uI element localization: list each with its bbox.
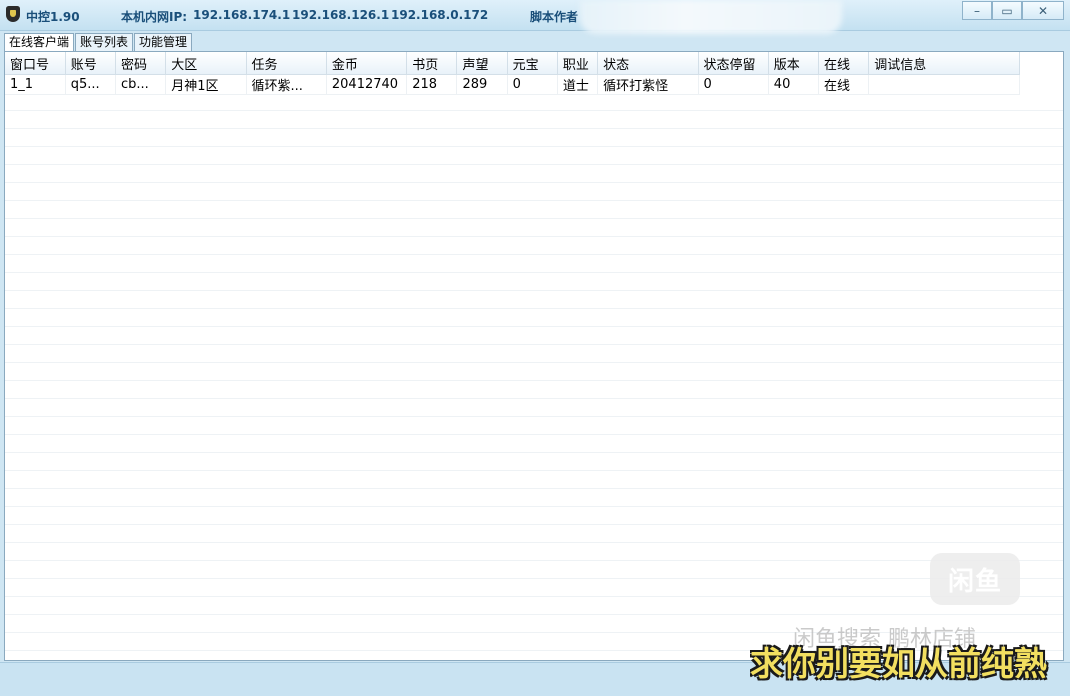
close-button[interactable]: ✕ (1022, 1, 1064, 20)
column-header[interactable]: 任务 (246, 52, 327, 75)
column-header[interactable]: 窗口号 (5, 52, 66, 75)
column-header[interactable]: 密码 (115, 52, 167, 75)
cell-class: 道士 (557, 74, 599, 95)
grid-lines (5, 93, 1063, 660)
window-controls: – ▭ ✕ (962, 1, 1064, 20)
cell-pages: 218 (406, 74, 458, 95)
column-header[interactable]: 声望 (456, 52, 508, 75)
ip-address-2: 192.168.126.1 (292, 8, 390, 22)
watermark-logo: 闲鱼 (930, 553, 1020, 605)
cell-task: 循环紫... (246, 74, 327, 95)
column-header[interactable]: 金币 (326, 52, 408, 75)
tab-bar: 在线客户端 账号列表 功能管理 (4, 33, 193, 52)
cell-debug-info (868, 74, 1020, 95)
minimize-button[interactable]: – (962, 1, 992, 20)
table-row[interactable]: 1_1 q5... cb... 月神1区 循环紫... 20412740 218… (5, 74, 1020, 95)
column-header[interactable]: 状态 (597, 52, 699, 75)
title-bar: 中控1.90 本机内网IP: 192.168.174.1 192.168.126… (0, 0, 1070, 34)
cell-yuanbao: 0 (507, 74, 558, 95)
tab-account-list[interactable]: 账号列表 (75, 33, 134, 51)
cell-status-duration: 0 (698, 74, 769, 95)
column-header[interactable]: 调试信息 (868, 52, 1020, 75)
cell-online: 在线 (818, 74, 870, 95)
column-header[interactable]: 在线 (818, 52, 870, 75)
minimize-icon: – (974, 3, 980, 18)
cell-account: q5... (65, 74, 116, 95)
close-icon: ✕ (1037, 3, 1049, 18)
cell-version: 40 (768, 74, 820, 95)
column-header[interactable]: 书页 (406, 52, 458, 75)
maximize-icon: ▭ (1001, 3, 1013, 18)
ip-address-1: 192.168.174.1 (193, 8, 291, 22)
column-header[interactable]: 版本 (768, 52, 820, 75)
tab-function-management[interactable]: 功能管理 (134, 33, 193, 51)
column-header[interactable]: 职业 (557, 52, 599, 75)
column-header[interactable]: 元宝 (507, 52, 558, 75)
cell-gold: 20412740 (326, 74, 408, 95)
client-list-panel: 窗口号 账号 密码 大区 任务 金币 书页 声望 元宝 职业 状态 状态停留 版… (4, 51, 1064, 661)
maximize-button[interactable]: ▭ (992, 1, 1022, 20)
cell-reputation: 289 (456, 74, 508, 95)
table-header-row: 窗口号 账号 密码 大区 任务 金币 书页 声望 元宝 职业 状态 状态停留 版… (5, 52, 1020, 75)
cell-region: 月神1区 (165, 74, 247, 95)
cell-password: cb... (115, 74, 167, 95)
column-header[interactable]: 状态停留 (698, 52, 769, 75)
app-title: 中控1.90 (26, 10, 80, 24)
video-subtitle: 求你别要如从前纯熟 (750, 644, 1047, 683)
ip-label: 本机内网IP: (121, 10, 188, 24)
tab-online-clients[interactable]: 在线客户端 (4, 33, 75, 52)
client-table: 窗口号 账号 密码 大区 任务 金币 书页 声望 元宝 职业 状态 状态停留 版… (5, 52, 1020, 95)
ip-address-3: 192.168.0.172 (391, 8, 489, 22)
cell-window-no: 1_1 (5, 74, 66, 95)
blurred-region (580, 0, 842, 34)
author-label: 脚本作者 (530, 10, 579, 24)
shield-icon (6, 6, 20, 22)
cell-status: 循环打紫怪 (597, 74, 699, 95)
column-header[interactable]: 账号 (65, 52, 116, 75)
column-header[interactable]: 大区 (165, 52, 247, 75)
